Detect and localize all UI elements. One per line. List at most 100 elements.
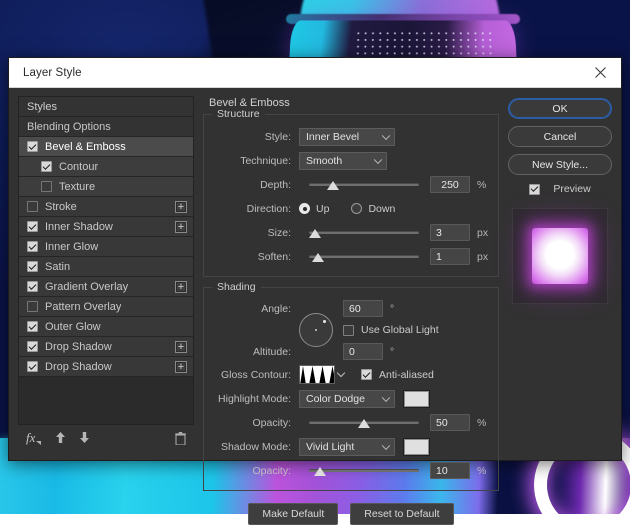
angle-dial[interactable] xyxy=(299,313,333,347)
checkbox-pattern-overlay[interactable] xyxy=(27,301,38,312)
add-effect-icon[interactable]: + xyxy=(175,200,187,213)
sidebar-item-label: Stroke xyxy=(45,200,77,213)
dial-handle[interactable] xyxy=(323,320,326,323)
checkbox-inner-glow[interactable] xyxy=(27,241,38,252)
sidebar-item-contour[interactable]: Contour xyxy=(19,157,193,177)
style-row: Style: Inner Bevel xyxy=(213,126,489,147)
ok-button[interactable]: OK xyxy=(508,98,612,119)
angle-input[interactable]: 60 xyxy=(343,300,383,317)
slider-thumb[interactable] xyxy=(358,418,370,428)
dialog-titlebar: Layer Style xyxy=(9,58,621,88)
slider-track xyxy=(309,182,419,186)
checkbox-contour[interactable] xyxy=(41,161,52,172)
checkbox-texture[interactable] xyxy=(41,181,52,192)
shadow-color-swatch[interactable] xyxy=(403,437,430,456)
size-slider[interactable] xyxy=(308,226,419,240)
sidebar-item-label: Outer Glow xyxy=(45,320,101,333)
size-unit: px xyxy=(477,226,489,239)
gloss-contour-label: Gloss Contour: xyxy=(220,368,291,381)
highlight-mode-select[interactable]: Color Dodge xyxy=(299,389,395,408)
sidebar-item-drop-shadow-1[interactable]: Drop Shadow + xyxy=(19,337,193,357)
sidebar-item-bevel-emboss[interactable]: Bevel & Emboss xyxy=(19,137,193,157)
technique-value: Smooth xyxy=(306,154,343,167)
chevron-down-icon xyxy=(373,155,383,164)
depth-unit: % xyxy=(477,178,487,191)
make-default-button[interactable]: Make Default xyxy=(248,503,339,525)
slider-thumb[interactable] xyxy=(327,180,340,190)
direction-up-radio[interactable] xyxy=(299,203,310,214)
shadow-mode-select[interactable]: Vivid Light xyxy=(299,437,395,456)
preview-checkbox[interactable] xyxy=(529,183,541,195)
checkbox-inner-shadow[interactable] xyxy=(27,221,38,232)
checkbox-outer-glow[interactable] xyxy=(27,321,38,332)
sidebar-item-inner-glow[interactable]: Inner Glow xyxy=(19,237,193,257)
arrow-up-icon[interactable] xyxy=(55,432,66,444)
sidebar-item-pattern-overlay[interactable]: Pattern Overlay xyxy=(19,297,193,317)
checkbox-bevel-emboss[interactable] xyxy=(27,141,38,152)
sidebar-item-texture[interactable]: Texture xyxy=(19,177,193,197)
sidebar-item-gradient-overlay[interactable]: Gradient Overlay + xyxy=(19,277,193,297)
gloss-contour-row: Gloss Contour: Anti-aliased xyxy=(213,364,489,385)
checkbox-drop-shadow-1[interactable] xyxy=(27,341,38,352)
sidebar-item-styles[interactable]: Styles xyxy=(19,97,193,117)
reset-to-default-button[interactable]: Reset to Default xyxy=(350,503,454,525)
sidebar-item-outer-glow[interactable]: Outer Glow xyxy=(19,317,193,337)
sidebar-item-label: Inner Glow xyxy=(45,240,99,253)
soften-input[interactable]: 1 xyxy=(430,248,470,265)
styles-list-toolbar: fx xyxy=(18,425,194,451)
sidebar-item-satin[interactable]: Satin xyxy=(19,257,193,277)
contour-dropdown-icon[interactable] xyxy=(335,365,347,384)
structure-legend: Structure xyxy=(212,108,265,120)
shadow-mode-row: Shadow Mode: Vivid Light xyxy=(213,436,489,457)
sidebar-item-label: Drop Shadow xyxy=(45,340,112,353)
size-input[interactable]: 3 xyxy=(430,224,470,241)
style-value: Inner Bevel xyxy=(306,130,360,143)
close-icon[interactable] xyxy=(579,58,621,88)
anti-aliased-checkbox[interactable] xyxy=(361,369,372,380)
sidebar-item-label: Styles xyxy=(27,100,57,113)
checkbox-satin[interactable] xyxy=(27,261,38,272)
dialog-title: Layer Style xyxy=(23,66,82,79)
sidebar-item-label: Contour xyxy=(59,160,99,173)
arrow-down-icon[interactable] xyxy=(79,432,90,444)
slider-thumb[interactable] xyxy=(308,228,321,238)
trash-icon[interactable] xyxy=(175,431,186,445)
sidebar-item-inner-shadow[interactable]: Inner Shadow + xyxy=(19,217,193,237)
sidebar-item-drop-shadow-2[interactable]: Drop Shadow + xyxy=(19,357,193,377)
checkbox-drop-shadow-2[interactable] xyxy=(27,361,38,372)
add-effect-icon[interactable]: + xyxy=(175,220,187,233)
depth-input[interactable]: 250 xyxy=(430,176,470,193)
add-effect-icon[interactable]: + xyxy=(175,340,187,353)
highlight-opacity-input[interactable]: 50 xyxy=(430,414,470,431)
style-select[interactable]: Inner Bevel xyxy=(299,127,395,146)
slider-thumb[interactable] xyxy=(314,466,326,476)
use-global-light-checkbox[interactable] xyxy=(343,324,354,336)
technique-select[interactable]: Smooth xyxy=(299,151,387,170)
direction-down-radio[interactable] xyxy=(351,203,363,214)
depth-slider[interactable] xyxy=(309,178,419,192)
fx-label: fx xyxy=(26,430,36,445)
altitude-input[interactable]: 0 xyxy=(343,343,383,360)
add-effect-icon[interactable]: + xyxy=(175,280,187,293)
checkbox-gradient-overlay[interactable] xyxy=(27,281,38,292)
contour-curve-icon[interactable] xyxy=(299,365,335,384)
checkbox-stroke[interactable] xyxy=(27,201,38,212)
fx-menu-icon[interactable]: fx xyxy=(26,430,42,446)
sidebar-item-stroke[interactable]: Stroke + xyxy=(19,197,193,217)
shading-legend: Shading xyxy=(212,281,261,293)
cancel-button[interactable]: Cancel xyxy=(508,126,612,147)
new-style-button[interactable]: New Style... xyxy=(508,154,612,175)
add-effect-icon[interactable]: + xyxy=(175,360,187,373)
altitude-unit: ° xyxy=(390,345,395,358)
shadow-opacity-input[interactable]: 10 xyxy=(430,462,470,479)
sidebar-item-blending-options[interactable]: Blending Options xyxy=(19,117,193,137)
defaults-buttons: Make Default Reset to Default xyxy=(203,503,499,525)
styles-list[interactable]: Styles Blending Options Bevel & Emboss C… xyxy=(18,96,194,425)
highlight-opacity-unit: % xyxy=(477,416,487,429)
chevron-down-icon xyxy=(381,441,391,450)
shadow-opacity-slider[interactable] xyxy=(309,464,419,478)
soften-slider[interactable] xyxy=(309,250,419,264)
highlight-color-swatch[interactable] xyxy=(403,389,430,408)
slider-thumb[interactable] xyxy=(311,252,324,262)
highlight-opacity-slider[interactable] xyxy=(309,416,419,430)
